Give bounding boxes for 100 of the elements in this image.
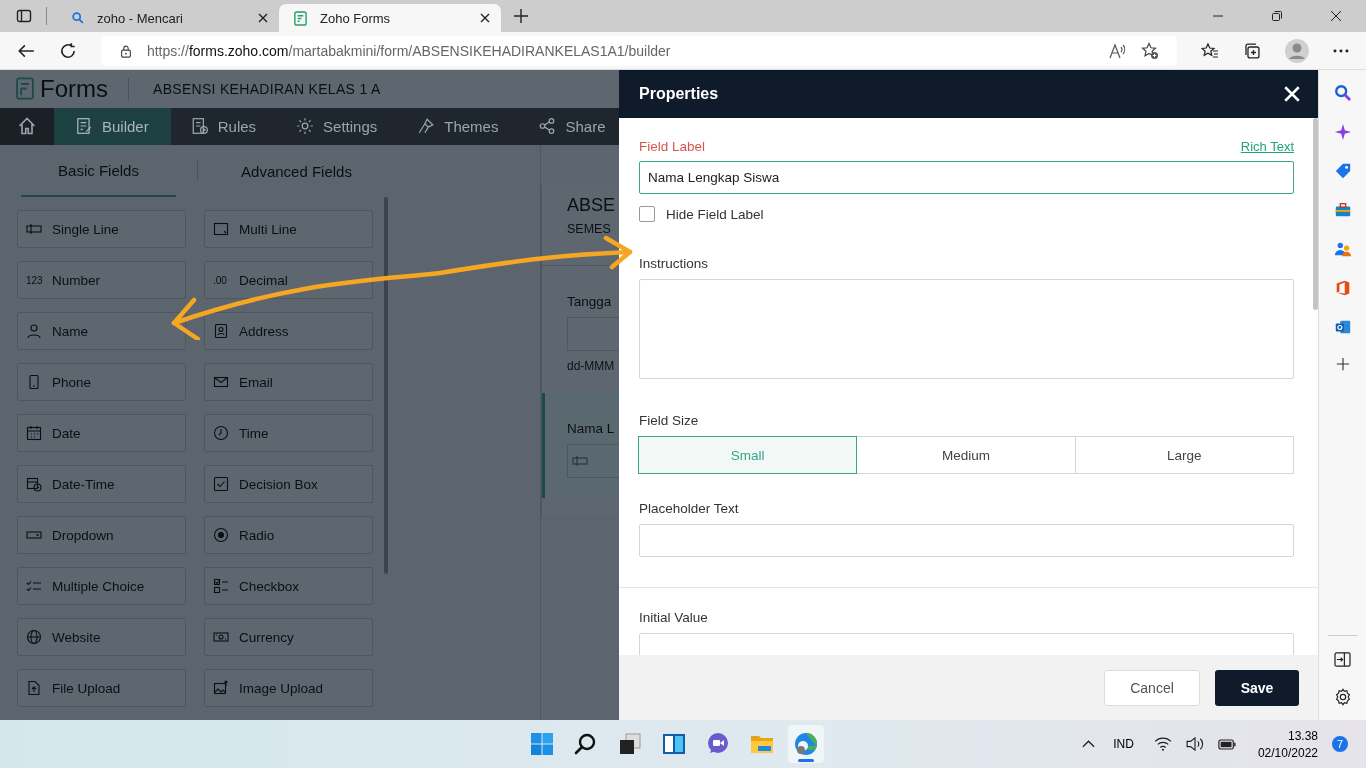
tab-actions-icon[interactable] — [16, 8, 32, 24]
tag-icon[interactable] — [1333, 162, 1352, 180]
calendar-icon — [26, 425, 42, 441]
checkbox-icon — [213, 476, 229, 492]
panel-toggle-icon[interactable] — [1334, 652, 1351, 667]
text-input-icon — [26, 221, 42, 237]
cancel-button[interactable]: Cancel — [1104, 669, 1200, 706]
field-type-item[interactable]: Dropdown — [17, 516, 186, 554]
field-type-item[interactable]: Date — [17, 414, 186, 452]
favorites-icon[interactable] — [1201, 41, 1220, 60]
rich-text-link[interactable]: Rich Text — [1240, 139, 1294, 154]
settings-icon[interactable] — [1333, 688, 1352, 706]
size-option[interactable]: Medium — [856, 436, 1076, 474]
clock[interactable]: 13.38 02/10/2022 — [1257, 728, 1318, 760]
field-type-item[interactable]: Decision Box — [204, 465, 373, 503]
save-button[interactable]: Save — [1215, 669, 1299, 706]
nav-tab[interactable]: Share — [518, 107, 606, 145]
close-icon[interactable] — [1330, 10, 1342, 22]
contact-card-icon — [213, 323, 229, 339]
placeholder-text-label: Placeholder Text — [639, 501, 740, 516]
toolbox-icon[interactable] — [1333, 201, 1352, 219]
form-field[interactable]: Nama L — [542, 393, 619, 498]
clock-time: 13.38 — [1287, 728, 1318, 743]
avatar-icon[interactable] — [1285, 38, 1310, 63]
image-upload-icon — [213, 680, 229, 696]
form-edit-icon — [75, 117, 93, 136]
placeholder-text-input[interactable] — [639, 524, 1294, 557]
field-type-item[interactable]: Time — [204, 414, 373, 452]
form-subheading: SEMES — [567, 222, 612, 236]
size-option[interactable]: Small — [638, 436, 858, 474]
volume-icon[interactable] — [1185, 737, 1204, 751]
browser-tab[interactable]: zoho - Mencari — [57, 4, 279, 32]
number-icon: .00 — [213, 274, 229, 286]
field-label: Tangga — [567, 294, 613, 309]
add-favorite-icon[interactable] — [1141, 41, 1160, 60]
field-type-item[interactable]: Multiple Choice — [17, 567, 186, 605]
field-type-item[interactable]: Multi Line — [204, 210, 373, 248]
field-type-item[interactable]: Date-Time — [17, 465, 186, 503]
checkbox[interactable] — [639, 206, 655, 222]
home-button[interactable] — [0, 107, 54, 145]
read-aloud-icon[interactable] — [1109, 42, 1128, 59]
field-type-item[interactable]: File Upload — [17, 669, 186, 707]
field-type-item[interactable]: Phone — [17, 363, 186, 401]
field-type-item[interactable]: Website — [17, 618, 186, 656]
close-icon[interactable] — [479, 12, 491, 24]
settings-icon — [296, 117, 315, 136]
home-icon — [17, 116, 37, 137]
date-format-hint: dd-MMM — [567, 359, 616, 373]
person-icon — [26, 323, 42, 339]
language-indicator[interactable]: IND — [1113, 737, 1134, 751]
lock-icon — [118, 43, 133, 58]
field-tab[interactable]: Advanced Fields — [219, 145, 374, 197]
nav-tab[interactable]: Themes — [397, 107, 519, 145]
nav-tab[interactable]: Builder — [54, 107, 171, 145]
clock-date: 02/10/2022 — [1257, 745, 1318, 760]
people-icon[interactable] — [1333, 240, 1352, 258]
field-type-item[interactable]: Radio — [204, 516, 373, 554]
chevron-up-icon[interactable] — [1082, 740, 1096, 748]
size-option[interactable]: Large — [1074, 436, 1294, 474]
scrollbar[interactable] — [1313, 118, 1318, 310]
mail-icon[interactable] — [1333, 318, 1352, 336]
address-bar[interactable]: https://forms.zoho.com/martabakmini/form/ABSENSIKEHADIRANKELAS1A1/builder — [100, 35, 1178, 66]
field-label-input[interactable]: Nama Lengkap Siswa — [639, 161, 1294, 194]
brush-icon — [417, 117, 436, 136]
field-type-item[interactable]: Address — [204, 312, 373, 350]
file-upload-icon — [26, 680, 42, 696]
new-tab-icon[interactable] — [513, 8, 529, 24]
nav-tab[interactable]: Settings — [276, 107, 398, 145]
refresh-icon[interactable] — [58, 41, 77, 60]
phone-icon — [26, 374, 42, 390]
scrollbar[interactable] — [384, 197, 388, 574]
field-type-item[interactable]: Image Upload — [204, 669, 373, 707]
collections-icon[interactable] — [1243, 41, 1262, 60]
battery-icon[interactable] — [1217, 738, 1236, 750]
wifi-icon[interactable] — [1153, 737, 1172, 751]
close-icon[interactable] — [257, 12, 269, 24]
field-tab[interactable]: Basic Fields — [21, 145, 176, 197]
field-label: Nama L — [567, 421, 616, 436]
checklist-icon — [26, 578, 42, 594]
search-icon[interactable] — [1333, 84, 1352, 102]
notification-badge[interactable]: 7 — [1332, 736, 1348, 752]
field-type-item[interactable]: Single Line — [17, 210, 186, 248]
text-input-icon — [572, 453, 588, 469]
app-logo: Forms — [40, 74, 108, 103]
browser-tab[interactable]: Zoho Forms — [279, 4, 501, 32]
field-type-item[interactable]: Currency — [204, 618, 373, 656]
field-type-item[interactable]: 123 Number — [17, 261, 186, 299]
search-icon — [574, 732, 598, 756]
field-type-item[interactable]: Name — [17, 312, 186, 350]
more-icon[interactable] — [1333, 48, 1349, 53]
restore-icon[interactable] — [1271, 10, 1283, 22]
nav-tab[interactable]: Rules — [170, 107, 277, 145]
field-type-item[interactable]: .00 Decimal — [204, 261, 373, 299]
text-area-icon — [213, 221, 229, 237]
field-type-item[interactable]: Email — [204, 363, 373, 401]
search-icon — [71, 11, 85, 25]
add-icon[interactable] — [1335, 357, 1350, 371]
field-label-caption: Field Label — [639, 139, 706, 154]
form-heading: ABSE — [567, 195, 617, 216]
field-type-item[interactable]: Checkbox — [204, 567, 373, 605]
